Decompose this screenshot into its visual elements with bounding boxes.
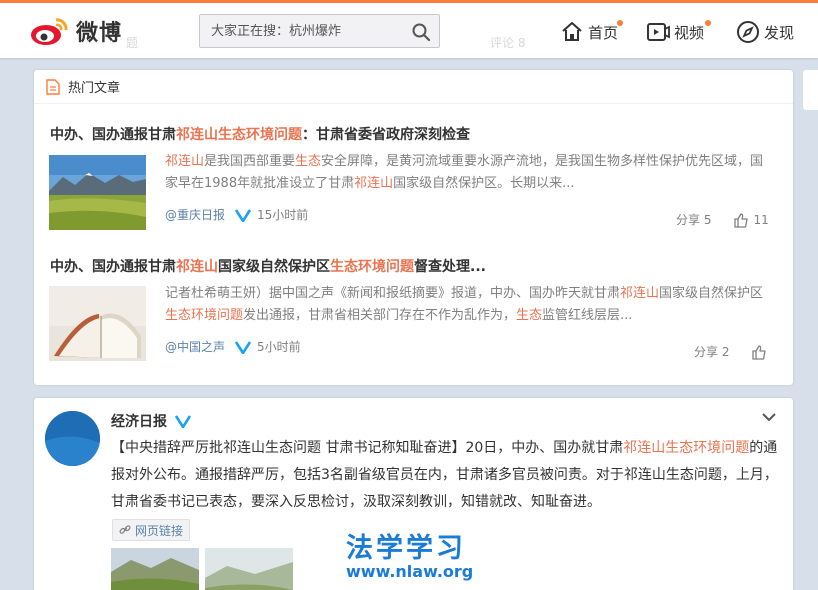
nav-discover[interactable]: 发现 [736, 18, 794, 46]
article-2-summary-line1: 记者杜希萌王妍）据中国之声《新闻和报纸摘要》报道，中办、国办昨天就甘肃祁连山国家… [165, 283, 775, 305]
article-1-title[interactable]: 中办、国办通报甘肃祁连山生态环境问题：甘肃省委省政府深刻检查 [50, 124, 470, 144]
article-2-source-link[interactable]: @中国之声 [165, 338, 225, 355]
article-1-summary-line2: 家早在1988年就批准设立了甘肃祁连山国家级自然保护区。长期以来... [165, 173, 775, 195]
article-1-title-part: ：甘肃省委省政府深刻检查 [302, 127, 470, 143]
article-1-summary: 祁连山是我国西部重要生态安全屏障，是黄河流域重要水源产流地，是我国生物多样性保护… [165, 151, 775, 195]
summary-text: 安全屏障，是黄河流域重要水源产流地，是我国生物多样性保护优先区域，国 [321, 154, 764, 169]
ghost-text-right: 评论 8 [490, 36, 526, 50]
article-1-title-part: 中办、国办通报甘肃 [50, 127, 176, 143]
article-1-actions: 分享 5 11 [676, 211, 769, 228]
article-2-actions: 分享 2 [694, 343, 767, 360]
book-image [49, 286, 146, 361]
article-2-title[interactable]: 中办、国办通报甘肃祁连山国家级自然保护区生态环境问题督查处理... [50, 256, 486, 276]
web-link-label: 网页链接 [135, 523, 184, 538]
web-link-button[interactable]: 网页链接 [112, 519, 191, 541]
document-icon [46, 78, 60, 95]
logo-text: 微博 [76, 20, 123, 46]
video-icon [647, 23, 670, 41]
article-2-time: 5小时前 [257, 340, 301, 354]
feed-author-name: 经济日报 [111, 414, 167, 430]
hot-articles-card: 热门文章 中办、国办通报甘肃祁连山生态环境问题：甘肃省委省政府深刻检查 祁连山是… [34, 70, 793, 385]
top-navigation-bar: 微博 题 评论 8 首页 视频 发现 [0, 0, 818, 58]
home-notification-dot [617, 20, 623, 26]
article-2-source: @中国之声 5小时前 [165, 338, 301, 355]
nav-home[interactable]: 首页 [560, 18, 623, 46]
article-2-title-highlight: 生态环境问题 [330, 259, 414, 275]
verified-icon [235, 340, 252, 354]
search-box [199, 14, 440, 48]
like-count: 11 [753, 212, 769, 227]
mountain-landscape-image [49, 155, 146, 230]
article-2-title-part: 督查处理... [414, 259, 486, 275]
chevron-down-icon[interactable] [761, 412, 777, 422]
feed-text-highlight[interactable]: 祁连山生态环境 [623, 440, 721, 456]
article-1-summary-line1: 祁连山是我国西部重要生态安全屏障，是黄河流域重要水源产流地，是我国生物多样性保护… [165, 151, 775, 173]
watermark-title: 法学学习 [346, 533, 466, 564]
article-2-summary: 记者杜希萌王妍）据中国之声《新闻和报纸摘要》报道，中办、国办昨天就甘肃祁连山国家… [165, 283, 775, 327]
hot-articles-title: 热门文章 [68, 81, 121, 96]
article-1-source-link[interactable]: @重庆日报 [165, 206, 225, 223]
summary-text: 是我国西部重要 [204, 154, 296, 169]
hot-articles-header: 热门文章 [34, 70, 793, 104]
weibo-logo[interactable]: 微博 [30, 13, 140, 49]
search-input[interactable] [200, 15, 400, 47]
summary-text: 记者杜希萌王妍）据中国之声《新闻和报纸摘要》报道，中办、国办昨天就甘肃 [165, 286, 621, 301]
watermark-url: www.nlaw.org [346, 562, 474, 581]
summary-text: 国家级自然保护区。长期以来... [393, 176, 575, 191]
nav-video-label: 视频 [674, 23, 705, 42]
search-icon[interactable] [411, 22, 431, 42]
keyword: 祁连山 [354, 176, 394, 191]
article-2-title-part: 中办、国办通报甘肃 [50, 259, 176, 275]
avatar[interactable] [45, 411, 100, 466]
feed-image-1[interactable] [111, 548, 199, 590]
compass-icon [737, 21, 759, 43]
verified-icon [175, 415, 191, 428]
economic-daily-logo [45, 411, 100, 466]
article-1-thumbnail[interactable] [49, 155, 146, 230]
landscape-image [111, 548, 199, 590]
thumbs-up-icon[interactable] [751, 344, 767, 360]
summary-text: 监管红线层层... [542, 308, 633, 323]
thumbs-up-icon[interactable] [733, 212, 749, 228]
article-2-title-highlight: 祁连山 [176, 259, 218, 275]
feed-post-text: 【中央措辞严厉批祁连山生态问题 甘肃书记称知耻奋进】20日，中办、国办就甘肃祁连… [111, 435, 783, 516]
article-2-summary-line2: 生态环境问题发出通报，甘肃省相关部门存在不作为乱作为，生态监管红线层层... [165, 305, 775, 327]
article-1-time: 15小时前 [257, 208, 309, 222]
right-sidebar-edge [803, 70, 818, 110]
share-button[interactable]: 分享 2 [694, 343, 729, 360]
article-1-source: @重庆日报 15小时前 [165, 206, 308, 223]
keyword: 祁连山 [165, 154, 205, 169]
article-1-title-highlight: 祁连山生态环境问题 [176, 127, 302, 143]
link-icon [119, 525, 131, 534]
weibo-eye-icon [31, 18, 68, 45]
summary-text: 家早在1988年就批准设立了甘肃 [165, 176, 355, 191]
article-2-thumbnail[interactable] [49, 286, 146, 361]
keyword: 生态 [295, 154, 322, 169]
video-notification-dot [705, 20, 711, 26]
keyword: 祁连山 [620, 286, 660, 301]
feed-author[interactable]: 经济日报 [111, 411, 191, 431]
article-2-title-part: 国家级自然保护区 [218, 259, 330, 275]
feed-text-part: 【中央措辞严厉批祁连山生态问题 甘肃书记称知耻奋进】20日，中办、国办就甘肃 [111, 440, 624, 456]
feed-image-2[interactable] [205, 548, 293, 590]
summary-text: 发出通报，甘肃省相关部门存在不作为乱作为， [243, 308, 517, 323]
landscape-image [205, 548, 293, 590]
share-button[interactable]: 分享 5 [676, 211, 711, 228]
nav-discover-label: 发现 [764, 23, 795, 42]
home-icon [562, 22, 582, 41]
nav-video[interactable]: 视频 [646, 18, 711, 46]
keyword: 生态环境问题 [165, 308, 244, 323]
verified-icon [235, 208, 252, 222]
ghost-text-left: 题 [126, 36, 139, 50]
keyword: 生态 [516, 308, 543, 323]
summary-text: 国家级自然保护区 [659, 286, 764, 301]
feed-text-highlight[interactable]: 问题 [721, 440, 749, 456]
nav-home-label: 首页 [588, 23, 619, 42]
